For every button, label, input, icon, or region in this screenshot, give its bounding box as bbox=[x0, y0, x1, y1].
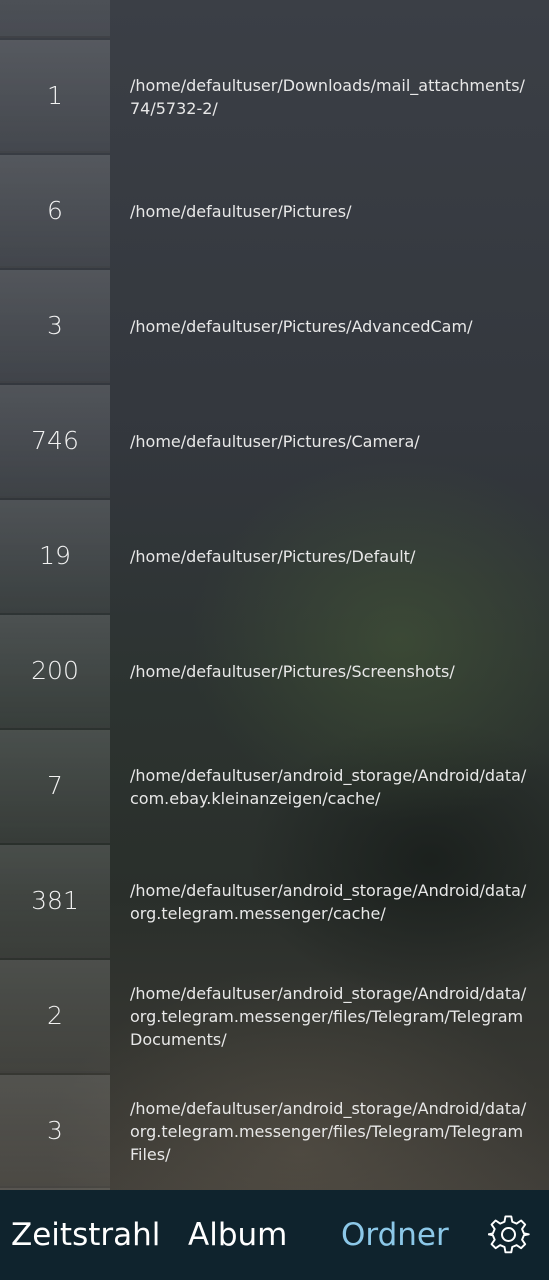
folder-path: /home/defaultuser/android_storage/Androi… bbox=[130, 845, 530, 958]
folder-path: /home/defaultuser/Downloads/mail_attachm… bbox=[130, 40, 530, 153]
folder-count: 381 bbox=[0, 845, 110, 958]
folder-path-line: /home/defaultuser/Pictures/AdvancedCam/ bbox=[130, 317, 473, 336]
folder-path: /home/defaultuser/android_storage/Androi… bbox=[130, 730, 530, 843]
folder-row[interactable]: 200 /home/defaultuser/Pictures/Screensho… bbox=[0, 615, 549, 728]
folder-path: /home/defaultuser/Pictures/Screenshots/ bbox=[130, 615, 530, 728]
folder-path-line: Files/ bbox=[130, 1145, 171, 1164]
folder-path-line: /home/defaultuser/android_storage/Androi… bbox=[130, 765, 527, 785]
folder-row[interactable]: 7 /home/defaultuser/android_storage/Andr… bbox=[0, 730, 549, 843]
folder-path: /home/defaultuser/android_storage/Androi… bbox=[130, 1075, 530, 1188]
folder-row[interactable]: 2 /home/defaultuser/android_storage/Andr… bbox=[0, 960, 549, 1073]
folder-row-partial[interactable] bbox=[0, 0, 110, 38]
folder-count: 19 bbox=[0, 500, 110, 613]
folder-path-line: com.ebay.kleinanzeigen/cache/ bbox=[130, 788, 381, 808]
gallery-app: 1 /home/defaultuser/Downloads/mail_attac… bbox=[0, 0, 549, 1280]
folder-path: /home/defaultuser/android_storage/Androi… bbox=[130, 960, 530, 1073]
folder-count: 3 bbox=[0, 1075, 110, 1188]
folder-path-line: /home/defaultuser/Downloads/mail_attachm… bbox=[130, 75, 525, 95]
bottom-navigation-bar: Zeitstrahl Album Ordner bbox=[0, 1190, 549, 1280]
folder-path-line: org.telegram.messenger/files/Telegram/Te… bbox=[130, 1122, 524, 1141]
folder-row[interactable]: 6 /home/defaultuser/Pictures/ bbox=[0, 155, 549, 268]
folder-count: 3 bbox=[0, 270, 110, 383]
folder-path: /home/defaultuser/Pictures/Camera/ bbox=[130, 385, 530, 498]
folder-path: /home/defaultuser/Pictures/ bbox=[130, 155, 530, 268]
folder-row[interactable]: 3 /home/defaultuser/Pictures/AdvancedCam… bbox=[0, 270, 549, 383]
folder-row[interactable]: 1 /home/defaultuser/Downloads/mail_attac… bbox=[0, 40, 549, 153]
folder-row[interactable]: 746 /home/defaultuser/Pictures/Camera/ bbox=[0, 385, 549, 498]
folder-path-line: org.telegram.messenger/cache/ bbox=[130, 903, 386, 923]
folder-path-line: /home/defaultuser/android_storage/Androi… bbox=[130, 1099, 527, 1118]
folder-count: 7 bbox=[0, 730, 110, 843]
folder-path-line: org.telegram.messenger/files/Telegram/Te… bbox=[130, 1007, 524, 1026]
folder-path-line: Documents/ bbox=[130, 1030, 227, 1049]
folder-count: 6 bbox=[0, 155, 110, 268]
folder-list[interactable]: 1 /home/defaultuser/Downloads/mail_attac… bbox=[0, 0, 549, 1190]
folder-count: 1 bbox=[0, 40, 110, 153]
folder-path: /home/defaultuser/Pictures/AdvancedCam/ bbox=[130, 270, 530, 383]
folder-path: /home/defaultuser/Pictures/Default/ bbox=[130, 500, 530, 613]
folder-path-line: /home/defaultuser/Pictures/Camera/ bbox=[130, 432, 420, 451]
folder-path-line: /home/defaultuser/android_storage/Androi… bbox=[130, 880, 527, 900]
folder-path-line: /home/defaultuser/Pictures/Default/ bbox=[130, 547, 416, 566]
tab-folders[interactable]: Ordner bbox=[341, 1190, 449, 1280]
folder-path-line: /home/defaultuser/Pictures/Screenshots/ bbox=[130, 662, 455, 681]
folder-row[interactable]: 3 /home/defaultuser/android_storage/Andr… bbox=[0, 1075, 549, 1188]
folder-count: 200 bbox=[0, 615, 110, 728]
tab-album[interactable]: Album bbox=[188, 1190, 287, 1280]
folder-path-line: 74/5732-2/ bbox=[130, 98, 218, 118]
tab-timeline[interactable]: Zeitstrahl bbox=[11, 1190, 160, 1280]
folder-count: 746 bbox=[0, 385, 110, 498]
folder-count: 2 bbox=[0, 960, 110, 1073]
folder-row[interactable]: 381 /home/defaultuser/android_storage/An… bbox=[0, 845, 549, 958]
gear-icon[interactable] bbox=[488, 1214, 530, 1256]
folder-path-line: /home/defaultuser/Pictures/ bbox=[130, 202, 352, 221]
folder-row[interactable]: 19 /home/defaultuser/Pictures/Default/ bbox=[0, 500, 549, 613]
folder-path-line: /home/defaultuser/android_storage/Androi… bbox=[130, 984, 527, 1003]
